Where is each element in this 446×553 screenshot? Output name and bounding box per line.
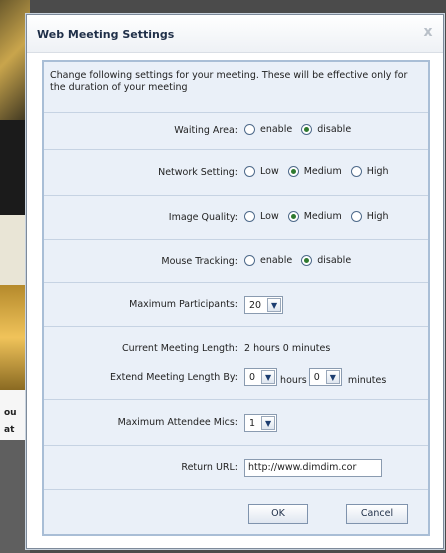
close-icon[interactable]: x — [419, 23, 437, 41]
settings-description: Change following settings for your meeti… — [50, 70, 408, 93]
dialog-title: Web Meeting Settings — [37, 28, 175, 41]
chevron-down-icon: ▼ — [261, 370, 276, 384]
background-text: ou — [4, 408, 17, 418]
max-mics-row: Maximum Attendee Mics: 1 ▼ — [44, 400, 428, 446]
radio-icon — [244, 166, 255, 177]
waiting-area-row: Waiting Area: enable disable — [44, 113, 428, 150]
cancel-button[interactable]: Cancel — [346, 504, 408, 524]
dialog-titlebar: Web Meeting Settings x — [27, 15, 443, 53]
settings-panel: Change following settings for your meeti… — [42, 60, 430, 536]
extend-length-label: Extend Meeting Length By: — [109, 372, 238, 383]
radio-selected-icon — [301, 124, 313, 135]
hours-unit-label: hours — [280, 374, 307, 386]
meeting-length-row: Current Meeting Length: 2 hours 0 minute… — [44, 327, 428, 400]
network-high-radio[interactable]: High — [350, 166, 389, 177]
description-row: Change following settings for your meeti… — [44, 62, 428, 113]
network-setting-row: Network Setting: Low Medium High — [44, 150, 428, 196]
button-row: OK Cancel — [44, 490, 428, 534]
max-participants-row: Maximum Participants: 20 ▼ — [44, 283, 428, 327]
max-mics-select[interactable]: 1 ▼ — [244, 414, 278, 432]
background-text: at — [4, 425, 15, 435]
max-participants-label: Maximum Participants: — [129, 299, 238, 310]
radio-selected-icon — [287, 211, 299, 222]
chevron-down-icon: ▼ — [325, 370, 340, 384]
mouse-tracking-row: Mouse Tracking: enable disable — [44, 240, 428, 283]
image-high-radio[interactable]: High — [350, 211, 389, 222]
image-low-radio[interactable]: Low — [244, 211, 279, 222]
network-setting-options: Low Medium High — [244, 166, 398, 177]
mouse-tracking-label: Mouse Tracking: — [161, 256, 238, 267]
max-mics-label: Maximum Attendee Mics: — [117, 417, 238, 428]
image-quality-row: Image Quality: Low Medium High — [44, 196, 428, 240]
web-meeting-settings-dialog: Web Meeting Settings x Change following … — [26, 14, 444, 549]
radio-icon — [244, 124, 255, 135]
network-medium-radio[interactable]: Medium — [287, 166, 342, 177]
extend-minutes-select[interactable]: 0 ▼ — [308, 368, 342, 386]
return-url-input[interactable]: http://www.dimdim.cor — [244, 459, 382, 477]
waiting-area-label: Waiting Area: — [174, 125, 238, 136]
mouse-tracking-enable-radio[interactable]: enable — [244, 255, 292, 266]
chevron-down-icon: ▼ — [261, 416, 276, 430]
radio-selected-icon — [301, 255, 313, 266]
image-quality-options: Low Medium High — [244, 211, 398, 222]
max-participants-select[interactable]: 20 ▼ — [244, 296, 284, 314]
radio-icon — [350, 211, 362, 222]
waiting-area-options: enable disable — [244, 124, 360, 135]
network-setting-label: Network Setting: — [158, 167, 238, 178]
waiting-area-disable-radio[interactable]: disable — [301, 124, 351, 135]
chevron-down-icon: ▼ — [267, 298, 282, 312]
mouse-tracking-disable-radio[interactable]: disable — [301, 255, 351, 266]
return-url-row: Return URL: http://www.dimdim.cor — [44, 446, 428, 490]
waiting-area-enable-radio[interactable]: enable — [244, 124, 292, 135]
return-url-label: Return URL: — [181, 462, 238, 473]
network-low-radio[interactable]: Low — [244, 166, 279, 177]
radio-icon — [244, 211, 255, 222]
radio-icon — [244, 255, 255, 266]
current-length-label: Current Meeting Length: — [122, 343, 238, 354]
current-length-value: 2 hours 0 minutes — [244, 343, 331, 354]
mouse-tracking-options: enable disable — [244, 255, 360, 266]
ok-button[interactable]: OK — [248, 504, 308, 524]
image-quality-label: Image Quality: — [168, 212, 238, 223]
radio-icon — [350, 166, 362, 177]
image-medium-radio[interactable]: Medium — [287, 211, 342, 222]
extend-hours-select[interactable]: 0 ▼ — [244, 368, 278, 386]
minutes-unit-label: minutes — [347, 374, 387, 386]
radio-selected-icon — [287, 166, 299, 177]
